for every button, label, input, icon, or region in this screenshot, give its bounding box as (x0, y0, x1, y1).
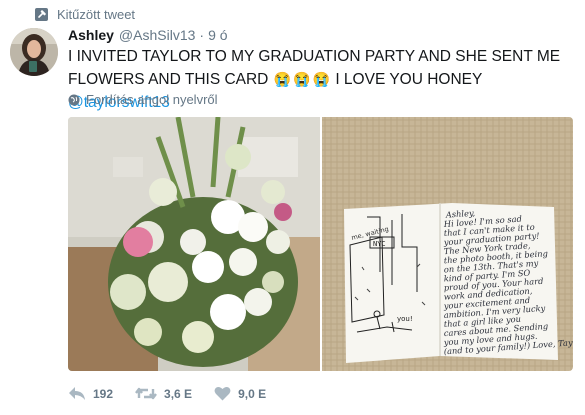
pin-icon (35, 7, 48, 21)
flowers-image (68, 117, 320, 371)
pinned-tweet-label: Kitűzött tweet (35, 6, 135, 22)
retweet-button[interactable]: 3,6 E (135, 386, 192, 401)
globe-icon (68, 94, 80, 105)
avatar-image (10, 28, 58, 76)
tweet-header: Ashley @AshSilv13 · 9 ó (68, 27, 228, 43)
pinned-label-text: Kitűzött tweet (57, 6, 136, 22)
retweet-count: 3,6 E (164, 386, 193, 401)
reply-button[interactable]: 192 (68, 386, 113, 401)
photo-flowers[interactable] (68, 117, 320, 371)
avatar[interactable] (10, 28, 58, 76)
tweet-text-love: I LOVE YOU HONEY (331, 71, 483, 88)
translate-label: Fordítás angol nyelvről (86, 92, 218, 107)
crying-face-emoji: 😭 (293, 71, 311, 87)
reply-icon (69, 387, 85, 400)
tweet-timestamp[interactable]: 9 ó (208, 27, 227, 43)
crying-face-emoji: 😭 (312, 71, 331, 87)
translate-link[interactable]: Fordítás angol nyelvről (68, 92, 218, 107)
crying-face-emoji: 😭 (273, 71, 292, 87)
photo-card[interactable]: NYC me, waiting you! Ashley, Hi love! I'm… (321, 117, 574, 371)
card-image: NYC me, waiting you! Ashley,Hi love! I'm… (321, 117, 573, 371)
tweet-actions: 192 3,6 E 9,0 E (68, 386, 288, 401)
retweet-icon (135, 387, 157, 400)
card-you-doodle: you! (397, 315, 413, 323)
separator-dot: · (199, 27, 205, 43)
card-nyc-doodle: NYC (373, 240, 386, 248)
reply-count: 192 (93, 386, 114, 401)
user-name[interactable]: Ashley (68, 27, 114, 43)
like-button[interactable]: 9,0 E (214, 386, 266, 401)
like-count: 9,0 E (238, 386, 267, 401)
media-gallery: NYC me, waiting you! Ashley, Hi love! I'm… (68, 117, 573, 371)
user-handle[interactable]: @AshSilv13 (119, 27, 195, 43)
heart-icon (214, 386, 231, 401)
